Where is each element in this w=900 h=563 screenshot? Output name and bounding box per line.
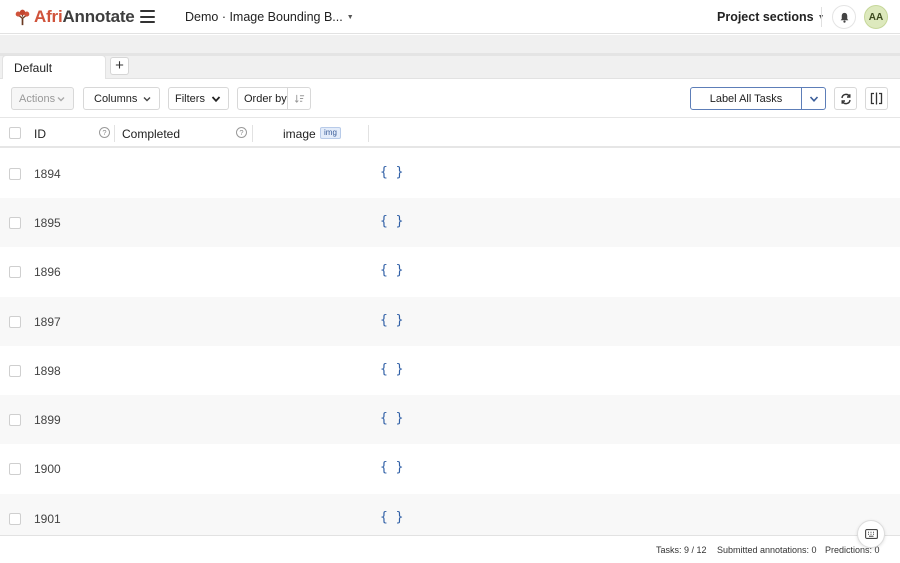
select-all-checkbox[interactable] (9, 127, 21, 139)
row-checkbox[interactable] (9, 316, 21, 328)
hamburger-menu-icon[interactable] (140, 10, 155, 23)
actions-label: Actions (19, 92, 56, 105)
strip-divider (0, 53, 900, 56)
top-navigation-bar: AfriAnnotate Demo · Image Bounding B... … (0, 0, 900, 34)
row-id: 1900 (34, 462, 61, 476)
columns-label: Columns (94, 92, 138, 105)
row-data-json[interactable]: { } (380, 411, 403, 426)
row-data-json[interactable]: { } (380, 263, 403, 278)
row-data-json[interactable]: { } (380, 362, 403, 377)
column-header-id[interactable]: ID (34, 127, 46, 141)
refresh-button[interactable] (834, 87, 857, 110)
table-row[interactable]: 1894 { } (0, 149, 900, 198)
label-options-dropdown[interactable] (801, 87, 826, 110)
row-checkbox[interactable] (9, 365, 21, 377)
row-checkbox[interactable] (9, 513, 21, 525)
row-id: 1899 (34, 413, 61, 427)
image-type-badge: img (320, 127, 341, 139)
column-header-completed[interactable]: Completed (122, 127, 180, 141)
table-row[interactable]: 1899 { } (0, 395, 900, 444)
row-data-json[interactable]: { } (380, 313, 403, 328)
bell-icon (840, 12, 848, 23)
divider (821, 7, 822, 27)
tab-default[interactable]: Default (2, 55, 106, 79)
logo-text-annotate: Annotate (62, 7, 135, 26)
status-footer: Tasks: 9 / 12 Submitted annotations: 0 P… (0, 535, 900, 563)
split-view-icon (870, 92, 883, 105)
notifications-button[interactable] (832, 5, 856, 29)
row-data-json[interactable]: { } (380, 214, 403, 229)
keyboard-shortcuts-button[interactable] (857, 520, 885, 548)
row-id: 1895 (34, 216, 61, 230)
table-row[interactable]: 1900 { } (0, 444, 900, 493)
tasks-count: Tasks: 9 / 12 (656, 545, 707, 555)
order-by-dropdown[interactable]: Order by (237, 87, 311, 110)
logo-text-afri: Afri (34, 7, 63, 26)
chevron-down-icon (809, 95, 818, 102)
row-data-json[interactable]: { } (380, 165, 403, 180)
label-all-tasks-button[interactable]: Label All Tasks (690, 87, 802, 110)
help-icon[interactable]: ? (99, 127, 110, 138)
sort-direction-button[interactable] (287, 88, 310, 109)
submitted-annotations-count: Submitted annotations: 0 (717, 545, 817, 555)
row-checkbox[interactable] (9, 414, 21, 426)
column-resize-handle[interactable] (252, 125, 253, 142)
user-avatar[interactable]: AA (864, 5, 888, 29)
tab-strip (0, 35, 900, 79)
table-row[interactable]: 1895 { } (0, 198, 900, 247)
caret-down-icon: ▼ (346, 13, 354, 21)
table-row[interactable]: 1896 { } (0, 247, 900, 296)
column-resize-handle[interactable] (368, 125, 369, 142)
project-selector[interactable]: Demo · Image Bounding B... ▼ (185, 10, 354, 24)
table-header: ID ? Completed ? image img (0, 119, 900, 148)
row-checkbox[interactable] (9, 266, 21, 278)
add-tab-button[interactable]: + (110, 57, 129, 75)
chevron-down-icon (143, 97, 151, 102)
help-icon[interactable]: ? (236, 127, 247, 138)
filters-dropdown[interactable]: Filters (168, 87, 229, 110)
chevron-down-icon (211, 96, 221, 103)
columns-dropdown[interactable]: Columns (83, 87, 160, 110)
row-checkbox[interactable] (9, 168, 21, 180)
column-header-image[interactable]: image (283, 127, 316, 141)
app-logo[interactable]: AfriAnnotate (14, 7, 135, 27)
column-resize-handle[interactable] (114, 125, 115, 142)
keyboard-icon (864, 529, 878, 539)
chevron-down-icon (57, 97, 65, 102)
row-id: 1898 (34, 364, 61, 378)
row-data-json[interactable]: { } (380, 460, 403, 475)
table-row[interactable]: 1897 { } (0, 297, 900, 346)
row-id: 1896 (34, 265, 61, 279)
row-id: 1894 (34, 167, 61, 181)
row-data-json[interactable]: { } (380, 510, 403, 525)
refresh-icon (840, 93, 851, 104)
project-title: Demo · Image Bounding B... (185, 10, 343, 24)
row-checkbox[interactable] (9, 463, 21, 475)
row-id: 1901 (34, 512, 61, 526)
table-row[interactable]: 1898 { } (0, 346, 900, 395)
tree-logo-icon (15, 9, 30, 25)
toggle-columns-view-button[interactable] (865, 87, 888, 110)
row-id: 1897 (34, 315, 61, 329)
actions-dropdown[interactable]: Actions (11, 87, 74, 110)
sort-icon (294, 94, 304, 103)
order-by-label: Order by (244, 92, 287, 105)
filters-label: Filters (175, 92, 205, 105)
row-checkbox[interactable] (9, 217, 21, 229)
project-sections-label: Project sections (717, 10, 814, 24)
project-sections-menu[interactable]: Project sections ▼ (717, 10, 825, 24)
